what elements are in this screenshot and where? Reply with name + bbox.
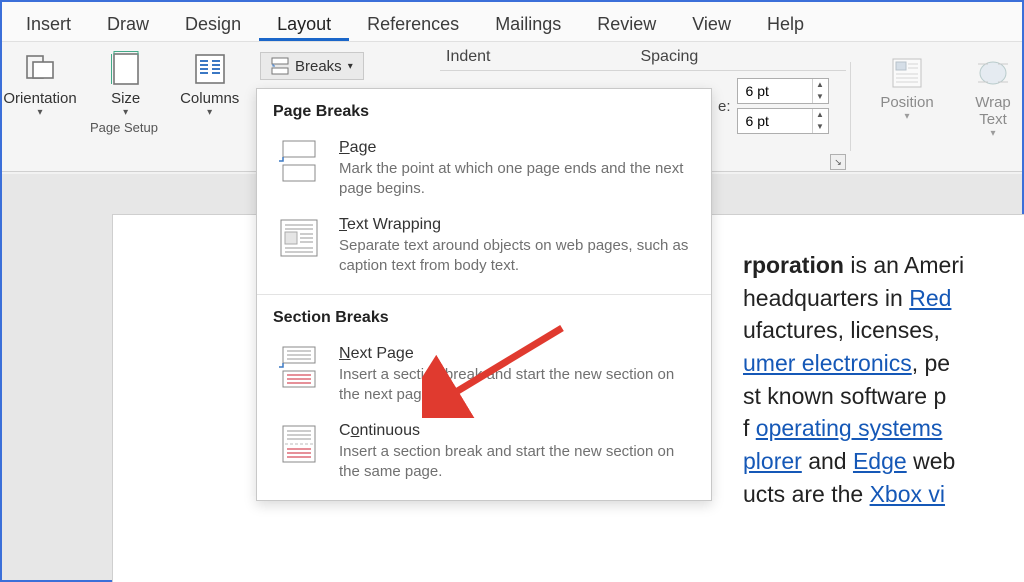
columns-icon bbox=[194, 48, 226, 90]
chevron-down-icon: ▾ bbox=[990, 128, 995, 139]
group-label-page-setup: Page Setup bbox=[90, 120, 158, 135]
text-fragment: ufactures, licenses, bbox=[743, 317, 940, 343]
menu-item-title: Page bbox=[339, 139, 691, 157]
link-operating-systems[interactable]: operating systems bbox=[756, 415, 943, 441]
size-button[interactable]: Size ▾ bbox=[91, 48, 161, 118]
text-bold-fragment: rporation bbox=[743, 252, 844, 278]
spin-up-icon[interactable]: ▲ bbox=[813, 79, 828, 91]
menu-item-text-wrapping[interactable]: Text Wrapping Separate text around objec… bbox=[273, 208, 695, 285]
document-body-text[interactable]: rporation is an Ameri headquarters in Re… bbox=[743, 249, 1024, 510]
tab-insert[interactable]: Insert bbox=[8, 6, 89, 41]
tab-help[interactable]: Help bbox=[749, 6, 822, 41]
tab-mailings[interactable]: Mailings bbox=[477, 6, 579, 41]
wrap-text-button[interactable]: Wrap Text ▾ bbox=[958, 52, 1024, 139]
next-page-section-break-icon bbox=[277, 345, 321, 389]
text-fragment: f bbox=[743, 415, 756, 441]
orientation-button[interactable]: Orientation ▾ bbox=[3, 48, 76, 118]
orientation-label: Orientation bbox=[3, 90, 76, 107]
text-fragment: ucts are the bbox=[743, 481, 870, 507]
spin-up-icon[interactable]: ▲ bbox=[813, 109, 828, 121]
menu-item-title: Continuous bbox=[339, 422, 691, 440]
text-fragment: is an Ameri bbox=[844, 252, 964, 278]
position-label: Position bbox=[880, 94, 933, 111]
tab-draw[interactable]: Draw bbox=[89, 6, 167, 41]
breaks-dropdown-button[interactable]: Breaks ▾ bbox=[260, 52, 364, 80]
columns-button[interactable]: Columns ▾ bbox=[175, 48, 245, 118]
spacing-heading: Spacing bbox=[640, 48, 698, 66]
text-fragment: web bbox=[907, 448, 956, 474]
tab-view[interactable]: View bbox=[674, 6, 749, 41]
spacing-before-spinbox[interactable]: 6 pt ▲▼ bbox=[737, 78, 829, 104]
continuous-section-break-icon bbox=[277, 422, 321, 466]
spin-down-icon[interactable]: ▼ bbox=[813, 91, 828, 103]
size-label: Size bbox=[111, 90, 140, 107]
spacing-before-label-fragment: e: bbox=[718, 98, 731, 115]
text-fragment: , pe bbox=[912, 350, 950, 376]
menu-item-desc: Insert a section break and start the new… bbox=[339, 442, 691, 483]
link-edge[interactable]: Edge bbox=[853, 448, 907, 474]
menu-item-next-page[interactable]: Next Page Insert a section break and sta… bbox=[273, 337, 695, 414]
spacing-before-value: 6 pt bbox=[738, 83, 812, 99]
menu-item-continuous[interactable]: Continuous Insert a section break and st… bbox=[273, 414, 695, 491]
menu-heading-section-breaks: Section Breaks bbox=[273, 309, 695, 327]
menu-item-page[interactable]: Page Mark the point at which one page en… bbox=[273, 131, 695, 208]
tab-review[interactable]: Review bbox=[579, 6, 674, 41]
chevron-down-icon: ▾ bbox=[207, 107, 212, 118]
text-fragment: st known software p bbox=[743, 383, 946, 409]
spin-down-icon[interactable]: ▼ bbox=[813, 121, 828, 133]
ribbon-tabs: Insert Draw Design Layout References Mai… bbox=[2, 2, 1022, 42]
breaks-label: Breaks bbox=[295, 58, 342, 75]
page-break-icon bbox=[277, 139, 321, 183]
breaks-dropdown-menu: Page Breaks Page Mark the point at which… bbox=[256, 88, 712, 501]
text-fragment: headquarters in bbox=[743, 285, 909, 311]
group-separator bbox=[850, 62, 851, 151]
link-explorer[interactable]: plorer bbox=[743, 448, 802, 474]
spacing-after-spinbox[interactable]: 6 pt ▲▼ bbox=[737, 108, 829, 134]
menu-item-title: Next Page bbox=[339, 345, 691, 363]
tab-layout[interactable]: Layout bbox=[259, 6, 349, 41]
wrap-text-label: Wrap Text bbox=[975, 94, 1011, 128]
tab-design[interactable]: Design bbox=[167, 6, 259, 41]
breaks-icon bbox=[271, 57, 289, 75]
chevron-down-icon: ▾ bbox=[904, 111, 909, 122]
chevron-down-icon: ▾ bbox=[123, 107, 128, 118]
spacing-after-value: 6 pt bbox=[738, 113, 812, 129]
size-icon bbox=[111, 48, 141, 90]
indent-heading: Indent bbox=[446, 48, 490, 66]
link-xbox[interactable]: Xbox vi bbox=[870, 481, 945, 507]
menu-heading-page-breaks: Page Breaks bbox=[273, 103, 695, 121]
wrap-text-icon bbox=[976, 52, 1010, 94]
orientation-icon bbox=[23, 48, 57, 90]
paragraph-dialog-launcher[interactable]: ↘ bbox=[830, 154, 846, 170]
position-icon bbox=[890, 52, 924, 94]
group-page-setup: Orientation ▾ Size ▾ Columns ▾ bbox=[2, 42, 246, 171]
text-fragment: and bbox=[802, 448, 853, 474]
link-consumer-electronics[interactable]: umer electronics bbox=[743, 350, 912, 376]
menu-item-desc: Separate text around objects on web page… bbox=[339, 236, 691, 277]
chevron-down-icon: ▾ bbox=[348, 61, 353, 72]
position-button[interactable]: Position ▾ bbox=[872, 52, 942, 139]
link-redmond[interactable]: Red bbox=[909, 285, 951, 311]
menu-item-desc: Insert a section break and start the new… bbox=[339, 365, 691, 406]
columns-label: Columns bbox=[180, 90, 239, 107]
text-wrapping-break-icon bbox=[277, 216, 321, 260]
chevron-down-icon: ▾ bbox=[37, 107, 42, 118]
menu-item-desc: Mark the point at which one page ends an… bbox=[339, 159, 691, 200]
paragraph-divider bbox=[440, 70, 846, 71]
tab-references[interactable]: References bbox=[349, 6, 477, 41]
menu-item-title: Text Wrapping bbox=[339, 216, 691, 234]
app-frame: Insert Draw Design Layout References Mai… bbox=[0, 0, 1024, 582]
